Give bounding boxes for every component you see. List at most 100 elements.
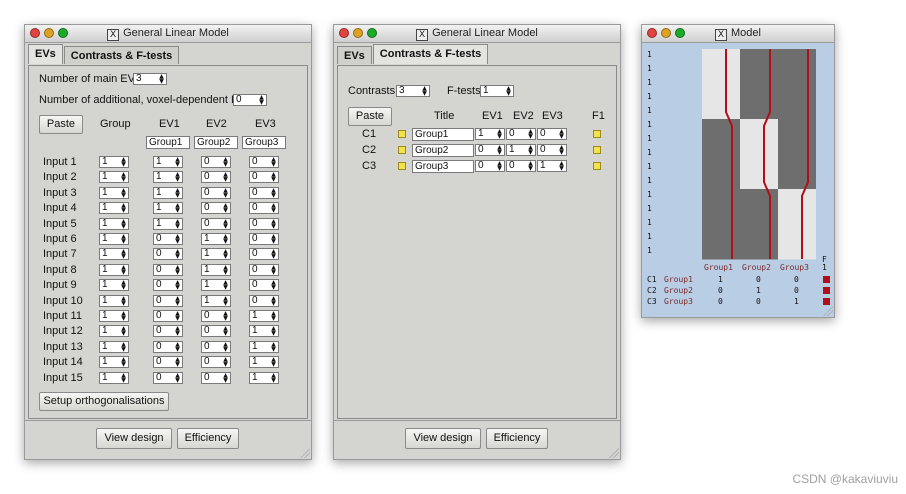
ev1-spinner[interactable]: 0 ▲ ▼ <box>153 263 183 276</box>
contrast-checkbox[interactable] <box>398 162 406 170</box>
spinner-arrows-icon[interactable]: ▲ ▼ <box>527 161 534 172</box>
ev1-spinner[interactable]: 0 ▲ ▼ <box>153 325 183 338</box>
spinner-arrows-icon[interactable]: ▲ ▼ <box>120 187 127 198</box>
ev3-spinner[interactable]: 0 ▲ ▼ <box>249 233 279 245</box>
spinner-arrows-icon[interactable]: ▲ ▼ <box>222 326 229 337</box>
spinner-arrows-icon[interactable]: ▲ ▼ <box>505 86 512 97</box>
efficiency-button[interactable]: Efficiency <box>177 428 239 449</box>
spinner-arrows-icon[interactable]: ▲ ▼ <box>270 157 277 168</box>
spinner-arrows-icon[interactable]: ▲ ▼ <box>527 129 534 140</box>
spinner-arrows-icon[interactable]: ▲ ▼ <box>120 172 127 183</box>
spinner-arrows-icon[interactable]: ▲ ▼ <box>222 295 229 306</box>
ev3-spinner[interactable]: 0 ▲ ▼ <box>249 248 279 261</box>
spinner-arrows-icon[interactable]: ▲ ▼ <box>120 249 127 260</box>
ev3-spinner[interactable]: 1 ▲ ▼ <box>249 340 279 353</box>
group-spinner[interactable]: 1 ▲ ▼ <box>99 263 129 276</box>
spinner-arrows-icon[interactable]: ▲ ▼ <box>174 172 181 183</box>
ev3-spinner[interactable]: 0 ▲ ▼ <box>249 279 279 292</box>
ev2-spinner[interactable]: 1 ▲ ▼ <box>201 248 231 261</box>
spinner-arrows-icon[interactable]: ▲ ▼ <box>558 145 565 156</box>
spinner-arrows-icon[interactable]: ▲ ▼ <box>496 129 503 140</box>
title-bar[interactable]: X General Linear Model <box>25 25 311 43</box>
ev3-spinner[interactable]: 0 ▲ ▼ <box>249 294 279 307</box>
title-bar[interactable]: X Model <box>642 25 834 43</box>
contrasts-spinner[interactable]: 3 ▲ ▼ <box>396 85 430 97</box>
ev1-spinner[interactable]: 1 ▲ ▼ <box>153 217 183 230</box>
ev2-name-field[interactable]: Group2 <box>194 136 238 149</box>
spinner-arrows-icon[interactable]: ▲ ▼ <box>270 172 277 183</box>
tab-evs[interactable]: EVs <box>337 46 372 64</box>
ev1-spinner[interactable]: 1 ▲ ▼ <box>475 128 505 140</box>
ev1-spinner[interactable]: 0 ▲ ▼ <box>153 340 183 353</box>
ev3-spinner[interactable]: 1 ▲ ▼ <box>537 160 567 172</box>
ev3-spinner[interactable]: 0 ▲ ▼ <box>249 156 279 168</box>
spinner-arrows-icon[interactable]: ▲ ▼ <box>222 172 229 183</box>
spinner-arrows-icon[interactable]: ▲ ▼ <box>120 311 127 322</box>
spinner-arrows-icon[interactable]: ▲ ▼ <box>222 187 229 198</box>
ev2-spinner[interactable]: 0 ▲ ▼ <box>201 217 231 230</box>
ev1-spinner[interactable]: 1 ▲ ▼ <box>153 186 183 199</box>
spinner-arrows-icon[interactable]: ▲ ▼ <box>270 249 277 260</box>
spinner-arrows-icon[interactable]: ▲ ▼ <box>174 280 181 291</box>
group-spinner[interactable]: 1 ▲ ▼ <box>99 202 129 215</box>
spinner-arrows-icon[interactable]: ▲ ▼ <box>222 357 229 368</box>
group-spinner[interactable]: 1 ▲ ▼ <box>99 248 129 261</box>
ev1-spinner[interactable]: 0 ▲ ▼ <box>475 144 505 156</box>
spinner-arrows-icon[interactable]: ▲ ▼ <box>174 295 181 306</box>
spinner-arrows-icon[interactable]: ▲ ▼ <box>222 311 229 322</box>
num-additional-spinner[interactable]: 0 ▲ ▼ <box>233 94 267 106</box>
f1-checkbox[interactable] <box>593 162 601 170</box>
ev2-spinner[interactable]: 0 ▲ ▼ <box>201 340 231 353</box>
efficiency-button[interactable]: Efficiency <box>486 428 548 449</box>
ev3-spinner[interactable]: 0 ▲ ▼ <box>249 186 279 199</box>
spinner-arrows-icon[interactable]: ▲ ▼ <box>120 157 127 168</box>
spinner-arrows-icon[interactable]: ▲ ▼ <box>270 234 277 245</box>
ev3-spinner[interactable]: 0 ▲ ▼ <box>249 171 279 184</box>
ev1-spinner[interactable]: 0 ▲ ▼ <box>153 310 183 322</box>
ev2-spinner[interactable]: 1 ▲ ▼ <box>201 233 231 245</box>
spinner-arrows-icon[interactable]: ▲ ▼ <box>222 341 229 352</box>
spinner-arrows-icon[interactable]: ▲ ▼ <box>270 357 277 368</box>
spinner-arrows-icon[interactable]: ▲ ▼ <box>120 234 127 245</box>
f1-checkbox[interactable] <box>593 146 601 154</box>
ev1-spinner[interactable]: 1 ▲ ▼ <box>153 156 183 168</box>
ev2-spinner[interactable]: 0 ▲ ▼ <box>506 160 536 172</box>
ev3-spinner[interactable]: 1 ▲ ▼ <box>249 356 279 369</box>
ev1-spinner[interactable]: 0 ▲ ▼ <box>153 356 183 369</box>
spinner-arrows-icon[interactable]: ▲ ▼ <box>174 203 181 214</box>
view-design-button[interactable]: View design <box>405 428 481 449</box>
group-spinner[interactable]: 1 ▲ ▼ <box>99 186 129 199</box>
ev2-spinner[interactable]: 0 ▲ ▼ <box>201 325 231 338</box>
group-spinner[interactable]: 1 ▲ ▼ <box>99 325 129 338</box>
ev2-spinner[interactable]: 0 ▲ ▼ <box>201 310 231 322</box>
ev1-spinner[interactable]: 0 ▲ ▼ <box>153 248 183 261</box>
ev3-name-field[interactable]: Group3 <box>242 136 286 149</box>
group-spinner[interactable]: 1 ▲ ▼ <box>99 310 129 322</box>
spinner-arrows-icon[interactable]: ▲ ▼ <box>496 161 503 172</box>
spinner-arrows-icon[interactable]: ▲ ▼ <box>174 326 181 337</box>
group-spinner[interactable]: 1 ▲ ▼ <box>99 217 129 230</box>
spinner-arrows-icon[interactable]: ▲ ▼ <box>222 280 229 291</box>
spinner-arrows-icon[interactable]: ▲ ▼ <box>120 341 127 352</box>
num-main-evs-spinner[interactable]: 3 ▲ ▼ <box>133 73 167 85</box>
spinner-arrows-icon[interactable]: ▲ ▼ <box>174 357 181 368</box>
spinner-arrows-icon[interactable]: ▲ ▼ <box>270 341 277 352</box>
spinner-arrows-icon[interactable]: ▲ ▼ <box>120 357 127 368</box>
contrast-checkbox[interactable] <box>398 130 406 138</box>
ev2-spinner[interactable]: 0 ▲ ▼ <box>201 202 231 215</box>
ev2-spinner[interactable]: 0 ▲ ▼ <box>201 356 231 369</box>
spinner-arrows-icon[interactable]: ▲ ▼ <box>222 249 229 260</box>
spinner-arrows-icon[interactable]: ▲ ▼ <box>174 372 181 383</box>
tab-contrasts[interactable]: Contrasts & F-tests <box>372 44 489 64</box>
group-spinner[interactable]: 1 ▲ ▼ <box>99 294 129 307</box>
spinner-arrows-icon[interactable]: ▲ ▼ <box>270 203 277 214</box>
group-spinner[interactable]: 1 ▲ ▼ <box>99 279 129 292</box>
ev3-spinner[interactable]: 0 ▲ ▼ <box>537 128 567 140</box>
spinner-arrows-icon[interactable]: ▲ ▼ <box>527 145 534 156</box>
spinner-arrows-icon[interactable]: ▲ ▼ <box>120 203 127 214</box>
ev1-spinner[interactable]: 0 ▲ ▼ <box>153 233 183 245</box>
group-spinner[interactable]: 1 ▲ ▼ <box>99 233 129 245</box>
spinner-arrows-icon[interactable]: ▲ ▼ <box>270 326 277 337</box>
ev3-spinner[interactable]: 0 ▲ ▼ <box>249 263 279 276</box>
spinner-arrows-icon[interactable]: ▲ ▼ <box>258 95 265 106</box>
